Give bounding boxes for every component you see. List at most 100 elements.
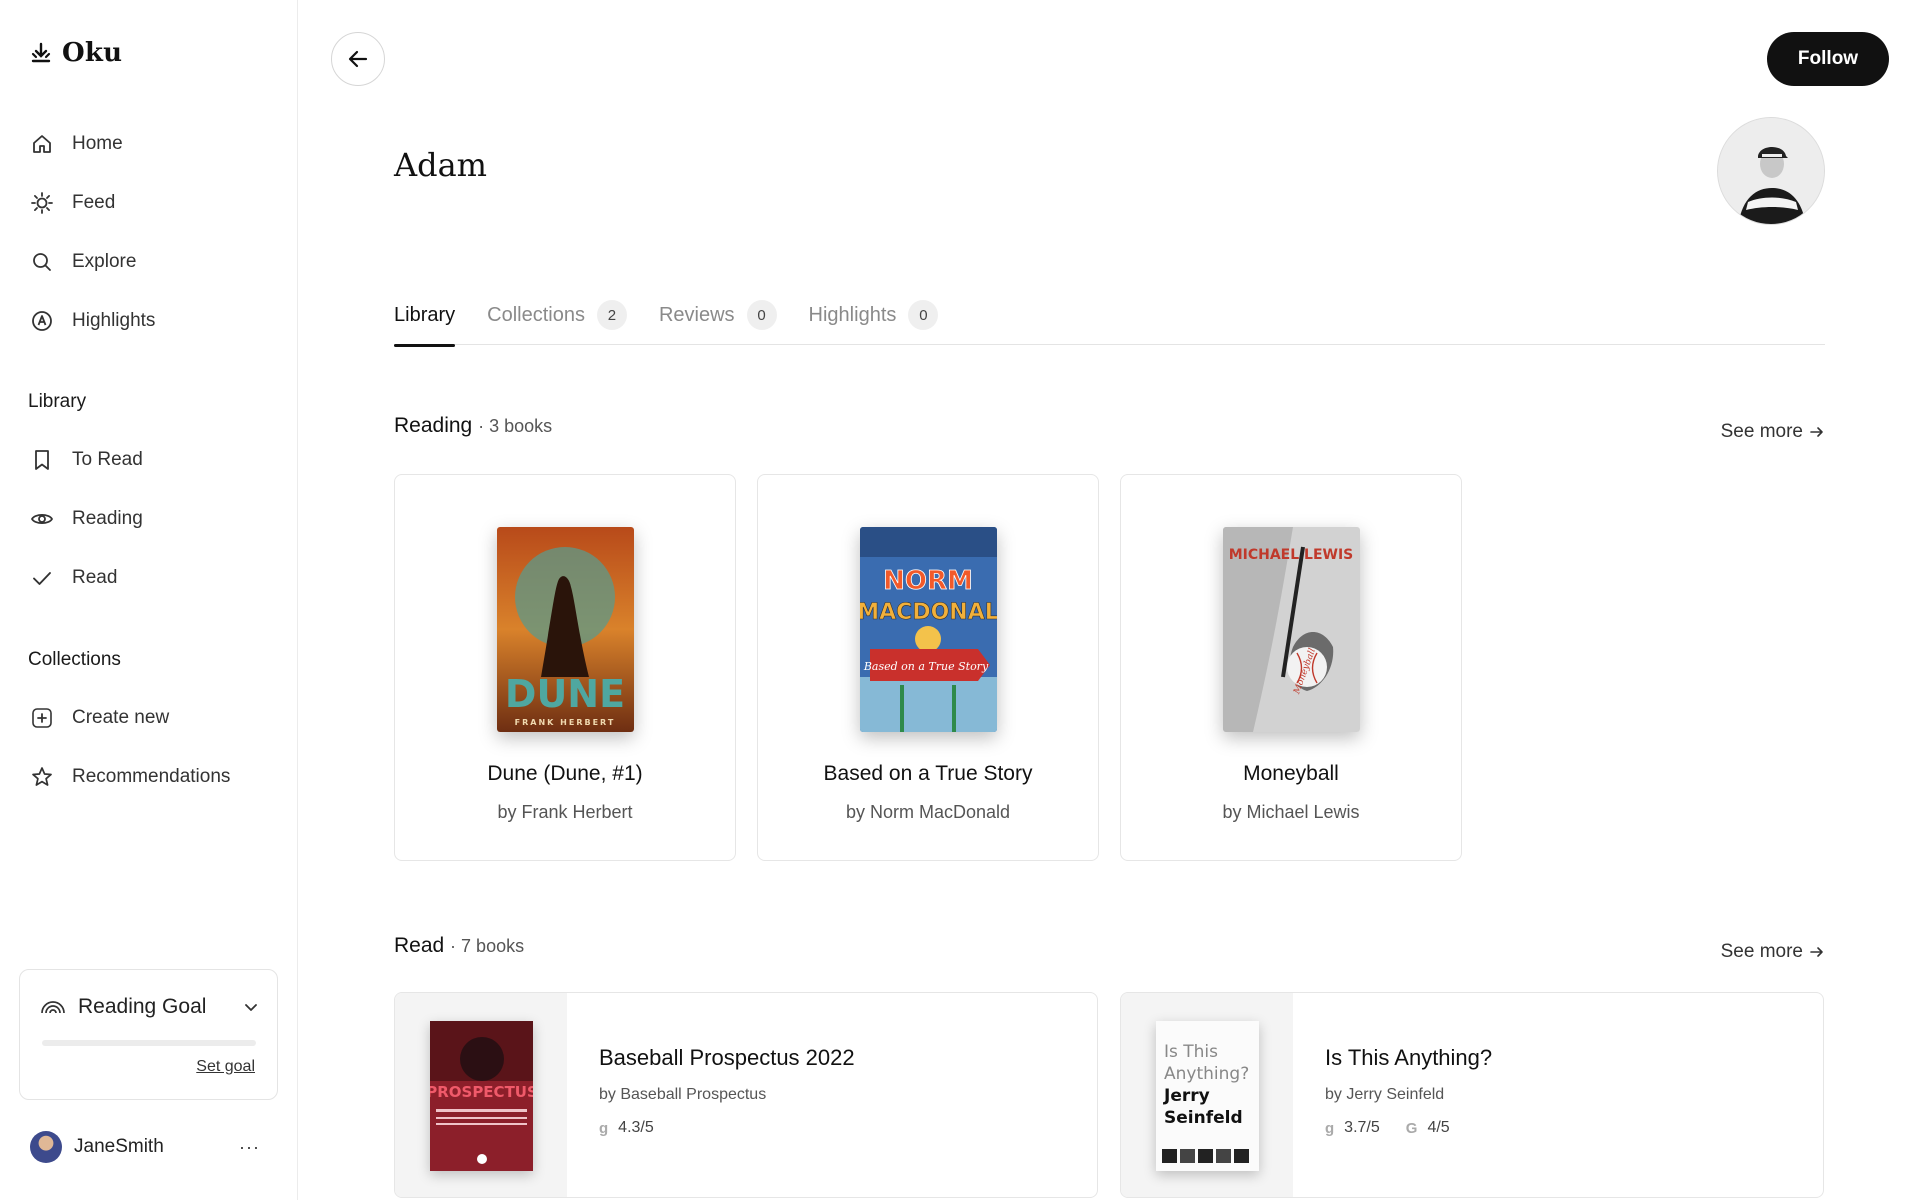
book-title: Based on a True Story — [823, 762, 1033, 785]
nav-label-create-new: Create new — [72, 706, 170, 728]
book-cover: MICHAEL LEWIS Moneyball — [1223, 527, 1360, 732]
nav-label-read: Read — [72, 566, 118, 588]
cover-author: FRANK HERBERT — [515, 718, 616, 727]
book-title: Is This Anything? — [1325, 1045, 1493, 1070]
nav-label-feed: Feed — [72, 191, 116, 213]
cover-title: PROSPECTUS — [430, 1083, 533, 1101]
set-goal-link[interactable]: Set goal — [196, 1058, 255, 1076]
tab-reviews[interactable]: Reviews 0 — [659, 285, 777, 345]
reading-goal-label: Reading Goal — [78, 995, 207, 1018]
book-author: by Baseball Prospectus — [599, 1086, 767, 1103]
highlight-icon — [32, 310, 52, 331]
tab-highlights[interactable]: Highlights 0 — [809, 285, 939, 345]
library-nav: Library — [28, 382, 280, 422]
book-cover: Is This Anything? Jerry Seinfeld — [1156, 1021, 1259, 1171]
nav-item-home[interactable]: Home — [30, 114, 280, 173]
library-heading: Library — [28, 391, 87, 412]
book-card[interactable]: NORM MACDONAL Based on a True Story Base… — [757, 474, 1099, 861]
goodreads-rating: g 4.3/5 — [599, 1119, 654, 1137]
book-card[interactable]: DUNE FRANK HERBERT Dune (Dune, #1) by Fr… — [394, 474, 736, 861]
arrow-right-icon — [1810, 947, 1823, 957]
tab-library[interactable]: Library — [394, 285, 456, 347]
book-author: by Jerry Seinfeld — [1325, 1086, 1445, 1103]
cover-author: MICHAEL LEWIS — [1229, 547, 1354, 563]
nav-label-to-read: To Read — [72, 448, 143, 470]
rating-value: 3.7/5 — [1344, 1119, 1380, 1136]
profile-name: Adam — [394, 146, 488, 184]
nav-item-explore[interactable]: Explore — [30, 232, 280, 291]
book-author: by Michael Lewis — [1222, 802, 1360, 822]
book-card[interactable]: MICHAEL LEWIS Moneyball Moneyball by Mic… — [1120, 474, 1462, 861]
cover-line: Seinfeld — [1164, 1108, 1243, 1128]
user-menu[interactable]: JaneSmith ··· — [30, 1131, 260, 1163]
sun-icon — [31, 191, 53, 214]
logo[interactable]: Oku — [30, 38, 122, 68]
arrow-left-icon — [348, 50, 368, 68]
more-options-icon[interactable]: ··· — [239, 1137, 260, 1158]
book-author: by Norm MacDonald — [845, 802, 1011, 822]
collections-list: Create new Recommendations — [30, 688, 280, 806]
profile-avatar[interactable] — [1717, 117, 1825, 225]
see-more-label: See more — [1720, 421, 1803, 442]
see-more-label: See more — [1720, 941, 1803, 962]
reading-goal-progress — [42, 1040, 256, 1046]
tab-label-library: Library — [394, 303, 456, 326]
nav-label-recommendations: Recommendations — [72, 765, 231, 787]
cover-line: Jerry — [1163, 1086, 1210, 1106]
search-icon — [33, 252, 51, 271]
nav-item-read[interactable]: Read — [30, 548, 280, 607]
book-ratings: g 3.7/5 G 4/5 — [1325, 1119, 1450, 1137]
profile-photo — [1718, 118, 1824, 224]
nav-item-to-read[interactable]: To Read — [30, 430, 280, 489]
read-title: Read — [394, 934, 445, 957]
cover-subtitle: MACDONAL — [860, 600, 997, 625]
goodreads-icon: g — [599, 1119, 609, 1137]
username: JaneSmith — [74, 1136, 164, 1157]
nav-item-feed[interactable]: Feed — [30, 173, 280, 232]
book-author: by Frank Herbert — [497, 802, 633, 822]
tab-count-badge: 0 — [746, 300, 777, 330]
nav-item-create-new[interactable]: Create new — [30, 688, 280, 747]
check-icon — [33, 571, 51, 585]
cover-line: Is This — [1164, 1042, 1218, 1062]
reading-title: Reading — [394, 414, 473, 437]
google-icon: G — [1405, 1119, 1418, 1137]
reading-see-more-link[interactable]: See more — [1721, 421, 1825, 443]
reading-goal-toggle[interactable]: Reading Goal — [40, 994, 260, 1020]
sidebar: Oku Home Feed Explore Highlights Library… — [0, 0, 298, 1200]
reading-goal-card: Reading Goal Set goal — [19, 969, 278, 1100]
library-list: To Read Reading Read — [30, 430, 280, 607]
oku-logo-icon — [31, 42, 51, 63]
cover-tagline: Based on a True Story — [863, 660, 989, 673]
cover-title: NORM — [883, 566, 973, 596]
tab-collections[interactable]: Collections 2 — [487, 285, 627, 345]
back-button[interactable] — [331, 32, 385, 86]
nav-item-reading[interactable]: Reading — [30, 489, 280, 548]
nav-item-highlights[interactable]: Highlights — [30, 291, 280, 350]
plus-square-icon — [32, 707, 52, 728]
book-cover: PROSPECTUS — [430, 1021, 533, 1171]
tab-label-collections: Collections — [487, 303, 585, 326]
profile-tabs: Library Collections 2 Reviews 0 Highligh… — [394, 285, 1825, 347]
tab-count-badge: 0 — [908, 300, 939, 330]
read-book-card[interactable]: Is This Anything? Jerry Seinfeld Is This… — [1120, 992, 1824, 1198]
read-see-more-link[interactable]: See more — [1721, 941, 1825, 963]
home-icon — [33, 134, 51, 153]
book-cover: DUNE FRANK HERBERT — [497, 527, 634, 732]
cover-line: Anything? — [1164, 1064, 1249, 1084]
bookmark-icon — [35, 449, 49, 470]
nav-label-home: Home — [72, 132, 123, 154]
read-book-card[interactable]: PROSPECTUS Baseball Prospectus 2022 by B… — [394, 992, 1098, 1198]
rating-value: 4/5 — [1427, 1119, 1450, 1136]
goodreads-icon: g — [1325, 1119, 1335, 1137]
avatar — [30, 1131, 62, 1163]
eye-icon — [30, 513, 54, 524]
collections-heading: Collections — [28, 649, 121, 670]
google-rating: G 4/5 — [1406, 1119, 1450, 1137]
collections-nav: Collections — [28, 640, 280, 680]
follow-button[interactable]: Follow — [1767, 32, 1889, 86]
book-cover: NORM MACDONAL Based on a True Story — [860, 527, 997, 732]
book-title: Moneyball — [1243, 762, 1339, 785]
nav-item-recommendations[interactable]: Recommendations — [30, 747, 280, 806]
book-title: Dune (Dune, #1) — [487, 762, 643, 785]
